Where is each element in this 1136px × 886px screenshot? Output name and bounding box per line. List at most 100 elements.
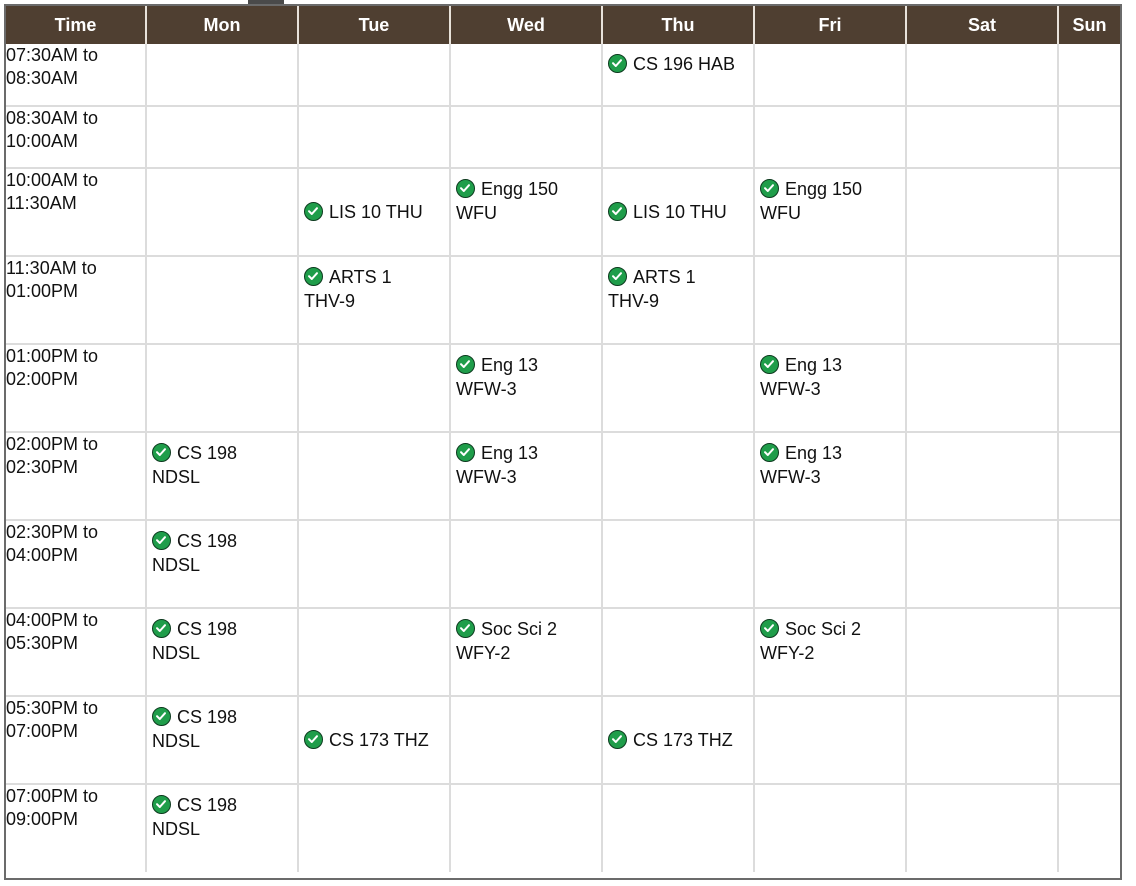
class-entry[interactable]: Engg 150 WFU xyxy=(451,169,601,225)
class-entry[interactable]: ARTS 1 THV-9 xyxy=(299,257,449,313)
class-entry[interactable]: Soc Sci 2 WFY-2 xyxy=(451,609,601,665)
schedule-cell-thu[interactable]: LIS 10 THU xyxy=(602,168,755,257)
check-circle-icon xyxy=(152,443,171,462)
table-row: 10:00AM to 11:30AM LIS 10 THU Engg 150 WFU LI… xyxy=(6,168,1120,257)
class-course: ARTS 1 xyxy=(329,267,392,287)
class-section: WFW-3 xyxy=(456,379,517,399)
class-course: CS 198 xyxy=(177,795,238,815)
schedule-cell-thu[interactable]: CS 196 HAB xyxy=(602,44,755,107)
class-entry[interactable]: CS 173 THZ xyxy=(299,728,449,752)
schedule-cell-wed[interactable]: Eng 13 WFW-3 xyxy=(450,432,603,521)
class-entry[interactable]: Eng 13 WFW-3 xyxy=(755,433,905,489)
class-entry[interactable]: CS 198 NDSL xyxy=(147,785,297,841)
time-slot-end: 09:00PM xyxy=(6,809,79,829)
time-slot-cell: 07:00PM to 09:00PM xyxy=(6,784,147,872)
class-course: CS 198 xyxy=(177,619,238,639)
schedule-cell-fri[interactable]: Eng 13 WFW-3 xyxy=(754,344,907,433)
class-entry[interactable]: CS 198 NDSL xyxy=(147,521,297,577)
table-row: 05:30PM to 07:00PM CS 198 NDSL CS 173 THZ CS … xyxy=(6,696,1120,785)
schedule-cell-sun xyxy=(1058,696,1120,785)
schedule-cell-wed[interactable]: Eng 13 WFW-3 xyxy=(450,344,603,433)
schedule-cell-fri xyxy=(754,696,907,785)
schedule-cell-thu[interactable]: CS 173 THZ xyxy=(602,696,755,785)
header-day-mon: Mon xyxy=(146,6,299,44)
time-slot-end: 04:00PM xyxy=(6,545,79,565)
class-course: Soc Sci 2 xyxy=(785,619,862,639)
schedule-cell-sat xyxy=(906,520,1059,609)
schedule-cell-tue xyxy=(298,44,451,107)
check-circle-icon xyxy=(304,267,323,286)
time-slot-cell: 05:30PM to 07:00PM xyxy=(6,696,147,785)
schedule-cell-mon[interactable]: CS 198 NDSL xyxy=(146,520,299,609)
schedule-cell-tue xyxy=(298,432,451,521)
class-section: WFW-3 xyxy=(760,379,821,399)
schedule-cell-sun xyxy=(1058,432,1120,521)
schedule-cell-sat xyxy=(906,608,1059,697)
schedule-cell-mon[interactable]: CS 198 NDSL xyxy=(146,696,299,785)
schedule-cell-fri xyxy=(754,106,907,169)
time-slot-end: 02:30PM xyxy=(6,457,79,477)
class-entry[interactable]: CS 198 NDSL xyxy=(147,609,297,665)
class-entry[interactable]: CS 196 HAB xyxy=(603,44,753,76)
class-entry[interactable]: CS 198 NDSL xyxy=(147,697,297,753)
table-row: 04:00PM to 05:30PM CS 198 NDSL Soc Sci 2 WFY-… xyxy=(6,608,1120,697)
schedule-cell-sun xyxy=(1058,168,1120,257)
schedule-cell-mon[interactable]: CS 198 NDSL xyxy=(146,432,299,521)
schedule-cell-tue[interactable]: LIS 10 THU xyxy=(298,168,451,257)
check-circle-icon xyxy=(456,355,475,374)
class-entry[interactable]: CS 173 THZ xyxy=(603,728,753,752)
check-circle-icon xyxy=(760,179,779,198)
class-section: THV-9 xyxy=(304,291,356,311)
schedule-cell-sat xyxy=(906,696,1059,785)
schedule-cell-tue xyxy=(298,784,451,872)
header-day-sat: Sat xyxy=(906,6,1059,44)
time-slot-cell: 11:30AM to 01:00PM xyxy=(6,256,147,345)
schedule-cell-sun xyxy=(1058,256,1120,345)
class-entry[interactable]: Eng 13 WFW-3 xyxy=(755,345,905,401)
schedule-cell-mon[interactable]: CS 198 NDSL xyxy=(146,608,299,697)
time-slot-cell: 01:00PM to 02:00PM xyxy=(6,344,147,433)
schedule-frame: Time Mon Tue Wed Thu Fri Sat Sun 07:30AM… xyxy=(4,4,1122,880)
time-slot-end: 10:00AM xyxy=(6,131,79,151)
schedule-cell-thu[interactable]: ARTS 1 THV-9 xyxy=(602,256,755,345)
check-circle-icon xyxy=(760,619,779,638)
time-slot-end: 07:00PM xyxy=(6,721,79,741)
check-circle-icon xyxy=(304,730,323,749)
schedule-cell-thu xyxy=(602,432,755,521)
class-label: CS 173 THZ xyxy=(329,730,429,750)
schedule-cell-sat xyxy=(906,106,1059,169)
schedule-cell-fri[interactable]: Engg 150 WFU xyxy=(754,168,907,257)
class-entry[interactable]: CS 198 NDSL xyxy=(147,433,297,489)
schedule-cell-mon xyxy=(146,106,299,169)
schedule-cell-fri[interactable]: Eng 13 WFW-3 xyxy=(754,432,907,521)
class-entry[interactable]: Engg 150 WFU xyxy=(755,169,905,225)
schedule-cell-mon xyxy=(146,256,299,345)
check-circle-icon xyxy=(456,619,475,638)
class-section: NDSL xyxy=(152,643,201,663)
class-section: WFU xyxy=(456,203,497,223)
schedule-cell-tue[interactable]: ARTS 1 THV-9 xyxy=(298,256,451,345)
time-slot-end: 05:30PM xyxy=(6,633,79,653)
class-entry[interactable]: Eng 13 WFW-3 xyxy=(451,345,601,401)
class-entry[interactable]: LIS 10 THU xyxy=(603,200,753,224)
class-section: WFW-3 xyxy=(760,467,821,487)
schedule-cell-wed[interactable]: Soc Sci 2 WFY-2 xyxy=(450,608,603,697)
table-row: 07:00PM to 09:00PM CS 198 NDSL xyxy=(6,784,1120,872)
schedule-cell-tue[interactable]: CS 173 THZ xyxy=(298,696,451,785)
check-circle-icon xyxy=(608,267,627,286)
class-label: CS 196 HAB xyxy=(633,54,736,74)
class-entry[interactable]: Soc Sci 2 WFY-2 xyxy=(755,609,905,665)
time-slot-start: 05:30PM to xyxy=(6,698,99,718)
schedule-cell-fri[interactable]: Soc Sci 2 WFY-2 xyxy=(754,608,907,697)
class-entry[interactable]: Eng 13 WFW-3 xyxy=(451,433,601,489)
schedule-cell-wed[interactable]: Engg 150 WFU xyxy=(450,168,603,257)
schedule-cell-thu xyxy=(602,344,755,433)
header-day-sun: Sun xyxy=(1058,6,1120,44)
schedule-cell-mon[interactable]: CS 198 NDSL xyxy=(146,784,299,872)
time-slot-cell: 04:00PM to 05:30PM xyxy=(6,608,147,697)
class-section: NDSL xyxy=(152,467,201,487)
class-entry[interactable]: LIS 10 THU xyxy=(299,200,449,224)
time-slot-cell: 07:30AM to 08:30AM xyxy=(6,44,147,107)
schedule-cell-wed xyxy=(450,784,603,872)
class-entry[interactable]: ARTS 1 THV-9 xyxy=(603,257,753,313)
